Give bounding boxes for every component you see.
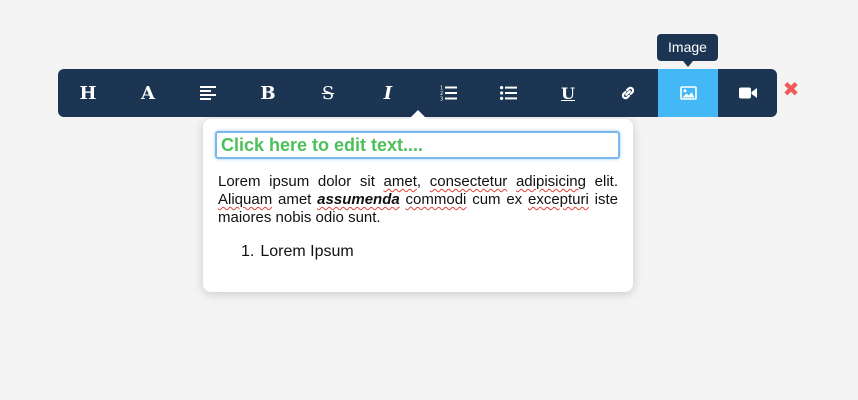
- video-button[interactable]: [718, 69, 777, 117]
- misspelled-word: amet: [383, 173, 417, 190]
- unordered-list-button[interactable]: [478, 69, 538, 117]
- ordered-list-icon: 1 2 3: [440, 85, 457, 101]
- misspelled-word: commodi: [405, 191, 467, 208]
- align-button[interactable]: [178, 69, 238, 117]
- image-icon: [679, 86, 697, 100]
- underline-icon: U: [561, 83, 575, 103]
- close-icon[interactable]: ✖: [782, 78, 800, 100]
- image-button[interactable]: [658, 69, 718, 117]
- list-item: 1. Lorem Ipsum: [241, 243, 354, 261]
- bold-italic-word: assumenda: [317, 191, 400, 208]
- video-camera-icon: [738, 87, 757, 99]
- link-icon: [620, 85, 636, 101]
- ordered-list-button[interactable]: 1 2 3: [418, 69, 478, 117]
- italic-icon: I: [383, 82, 393, 104]
- ordered-list[interactable]: 1. Lorem Ipsum: [241, 243, 354, 261]
- text-segment: cum ex: [466, 191, 528, 208]
- tooltip-label: Image: [668, 39, 707, 55]
- align-left-icon: [200, 86, 216, 100]
- misspelled-word: excepturi: [527, 191, 589, 208]
- text-segment: elit.: [586, 173, 619, 190]
- text-segment: [507, 173, 516, 190]
- text-segment: ,: [416, 173, 430, 190]
- misspelled-word: consectetur: [429, 173, 508, 190]
- list-item-text: Lorem Ipsum: [260, 243, 354, 260]
- bold-button[interactable]: B: [238, 69, 298, 117]
- heading-button[interactable]: H: [58, 69, 118, 117]
- unordered-list-icon: [499, 86, 517, 100]
- font-icon: A: [141, 82, 155, 104]
- editor-popup: Lorem ipsum dolor sit amet, consectetur …: [203, 110, 633, 292]
- list-item-number: 1.: [241, 243, 255, 260]
- bold-icon: B: [260, 82, 276, 104]
- svg-text:3: 3: [440, 97, 443, 102]
- heading-icon: H: [79, 82, 97, 104]
- misspelled-word: adipisicing: [515, 173, 586, 190]
- strikethrough-button[interactable]: S: [298, 69, 358, 117]
- underline-button[interactable]: U: [538, 69, 598, 117]
- title-input[interactable]: [215, 131, 620, 159]
- text-segment: Lorem ipsum dolor sit: [218, 173, 384, 190]
- editor-paragraph[interactable]: Lorem ipsum dolor sit amet, consectetur …: [218, 173, 618, 227]
- font-button[interactable]: A: [118, 69, 178, 117]
- strikethrough-icon: S: [321, 82, 335, 104]
- image-tooltip: Image: [657, 34, 718, 67]
- text-segment: amet: [272, 191, 318, 208]
- misspelled-word: Aliquam: [218, 191, 273, 208]
- link-button[interactable]: [598, 69, 658, 117]
- stage: Image H A B S I 1 2 3 U ✖ Click here to …: [0, 0, 858, 400]
